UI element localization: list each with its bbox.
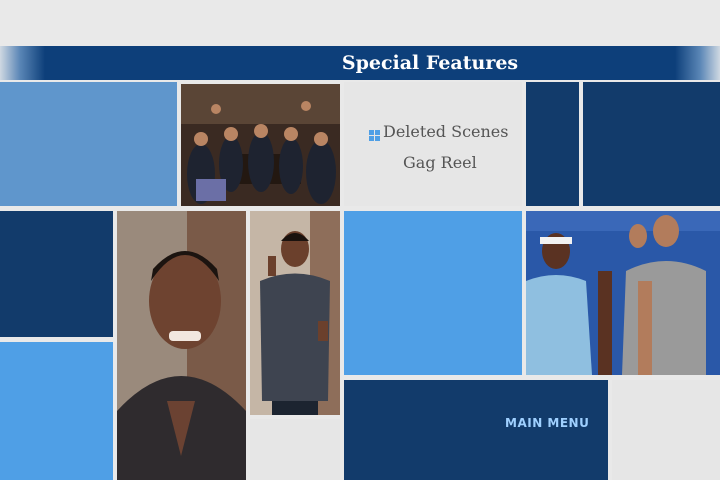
actor-portrait-photo <box>117 211 246 480</box>
actor-phone-photo <box>250 211 340 415</box>
main-menu-button[interactable]: MAIN MENU <box>505 416 589 430</box>
main-menu-panel: MAIN MENU <box>344 380 608 480</box>
menu-panel: Deleted Scenes Gag Reel <box>344 82 522 206</box>
grid-icon <box>369 127 381 141</box>
decor-tile <box>250 419 340 480</box>
decor-tile <box>612 380 720 480</box>
decor-tile <box>0 342 113 480</box>
menu-item-label: Gag Reel <box>403 153 477 172</box>
page-title: Special Features <box>341 52 519 74</box>
menu-item-label: Deleted Scenes <box>383 122 509 141</box>
decor-tile <box>526 82 579 206</box>
group-cheering-photo <box>181 84 340 206</box>
decor-tile <box>583 82 720 206</box>
menu-item-gag-reel[interactable]: Gag Reel <box>403 153 477 172</box>
menu-item-deleted-scenes[interactable]: Deleted Scenes <box>369 122 508 141</box>
gym-photo <box>526 211 720 375</box>
decor-tile <box>344 211 522 375</box>
decor-tile <box>0 211 113 337</box>
decor-tile <box>0 82 177 206</box>
